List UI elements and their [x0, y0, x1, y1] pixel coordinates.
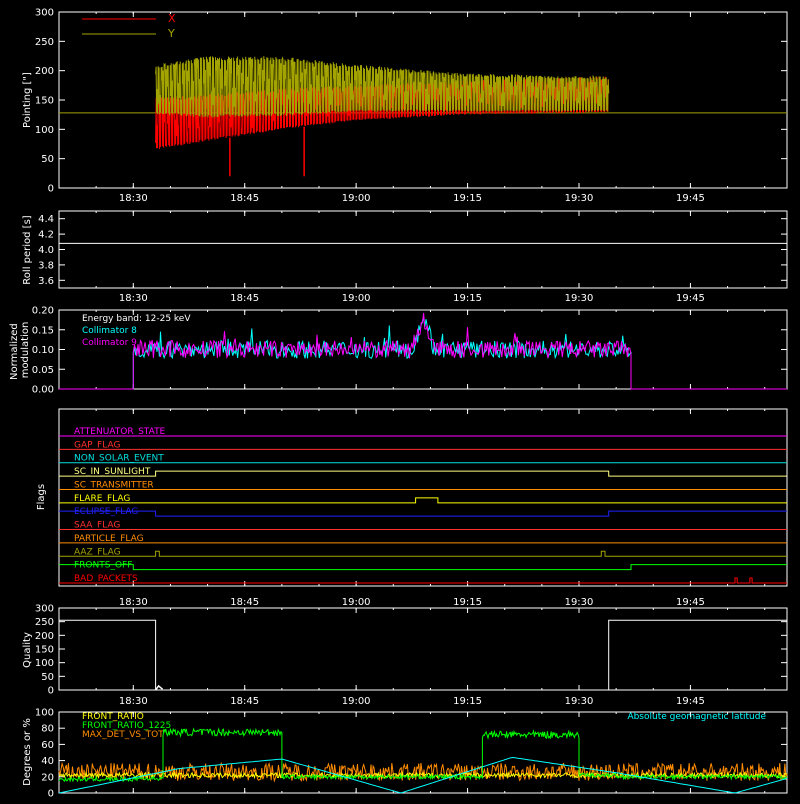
roll-y-tick-label: 4.0: [38, 245, 54, 256]
latitude-ylabel: Degrees or %: [22, 718, 33, 786]
legend-max-det-vs-tot: MAX_DET_VS_TOT: [82, 730, 164, 740]
quality-y-tick-label: 200: [35, 631, 54, 642]
quality-ylabel: Quality: [22, 632, 33, 668]
quality-y-tick-label: 300: [35, 604, 54, 615]
pointing-time-label: 18:45: [230, 193, 259, 204]
roll-time-label: 18:30: [119, 293, 148, 304]
quality-y-tick-label: 50: [41, 672, 54, 683]
flag-label: FRONTS_OFF: [74, 561, 132, 571]
roll-ylabel: Roll period [s]: [22, 215, 33, 284]
pointing-time-label: 18:30: [119, 193, 148, 204]
flags-time-label: 19:15: [453, 597, 482, 608]
quality-y-tick-label: 150: [35, 645, 54, 656]
roll-time-label: 19:45: [676, 293, 705, 304]
roll-y-tick-label: 4.4: [38, 214, 54, 225]
roll-y-tick-label: 3.6: [38, 276, 54, 287]
modulation-ylabel-line: Normalized: [9, 323, 20, 380]
flags-time-label: 18:45: [230, 597, 259, 608]
roll-time-label: 19:30: [565, 293, 594, 304]
pointing-y-tick-label: 0: [48, 184, 54, 195]
latitude-y-tick-label: 20: [41, 772, 54, 783]
modulation-y-tick-label: 0.20: [32, 306, 54, 317]
pointing-y-tick-label: 50: [41, 154, 54, 165]
pointing-time-label: 19:45: [676, 193, 705, 204]
quality-y-tick-label: 100: [35, 658, 54, 669]
quicklook-panels: Pointing ["] Roll period [s] Normalized …: [0, 0, 800, 800]
roll-time-label: 19:15: [453, 293, 482, 304]
latitude-y-tick-label: 60: [41, 740, 54, 751]
roll-y-tick-label: 3.8: [38, 260, 54, 271]
pointing-y-tick-label: 300: [35, 8, 54, 19]
modulation-ylabel: Normalized modulation: [9, 320, 31, 380]
latitude-y-tick-label: 100: [35, 708, 54, 719]
legend-geomagnetic-latitude: Absolute geomagnetic latitude: [627, 712, 766, 722]
quality-time-label: 18:30: [119, 696, 148, 707]
roll-time-label: 19:00: [342, 293, 371, 304]
modulation-y-tick-label: 0.00: [32, 385, 54, 396]
latitude-y-tick-label: 40: [41, 756, 54, 767]
pointing-y-tick-label: 100: [35, 125, 54, 136]
legend-collimator-8: Collimator 8: [82, 326, 137, 336]
pointing-y-tick-label: 200: [35, 66, 54, 77]
legend-y-label: Y: [167, 27, 175, 40]
pointing-ylabel: Pointing ["]: [22, 72, 33, 128]
quality-time-label: 19:45: [676, 696, 705, 707]
pointing-y-tick-label: 150: [35, 96, 54, 107]
flags-time-label: 19:45: [676, 597, 705, 608]
pointing-time-label: 19:15: [453, 193, 482, 204]
legend-x-label: X: [168, 12, 176, 25]
quality-y-tick-label: 0: [48, 686, 54, 697]
quality-time-label: 18:45: [230, 696, 259, 707]
pointing-y-tick-label: 250: [35, 37, 54, 48]
quality-y-tick-label: 250: [35, 617, 54, 628]
flag-label: ECLIPSE_FLAG: [74, 507, 138, 517]
flags-time-label: 19:00: [342, 597, 371, 608]
energy-band-annotation: Energy band: 12-25 keV: [82, 314, 191, 324]
latitude-y-tick-label: 0: [48, 789, 54, 800]
modulation-y-tick-label: 0.05: [32, 365, 54, 376]
modulation-ylabel-line: modulation: [20, 322, 31, 379]
rhessi-quicklook-figure: Pointing ["] Roll period [s] Normalized …: [0, 0, 800, 800]
roll-time-label: 18:45: [230, 293, 259, 304]
flags-time-label: 18:30: [119, 597, 148, 608]
quality-time-label: 19:00: [342, 696, 371, 707]
roll-y-tick-label: 4.2: [38, 230, 54, 241]
flags-ylabel: Flags: [36, 484, 47, 510]
quality-time-label: 19:15: [453, 696, 482, 707]
modulation-y-tick-label: 0.15: [32, 325, 54, 336]
flags-time-label: 19:30: [565, 597, 594, 608]
latitude-y-tick-label: 80: [41, 724, 54, 735]
pointing-time-label: 19:00: [342, 193, 371, 204]
quality-time-label: 19:30: [565, 696, 594, 707]
pointing-time-label: 19:30: [565, 193, 594, 204]
modulation-y-tick-label: 0.10: [32, 345, 54, 356]
legend-collimator-9: Collimator 9: [82, 338, 137, 348]
